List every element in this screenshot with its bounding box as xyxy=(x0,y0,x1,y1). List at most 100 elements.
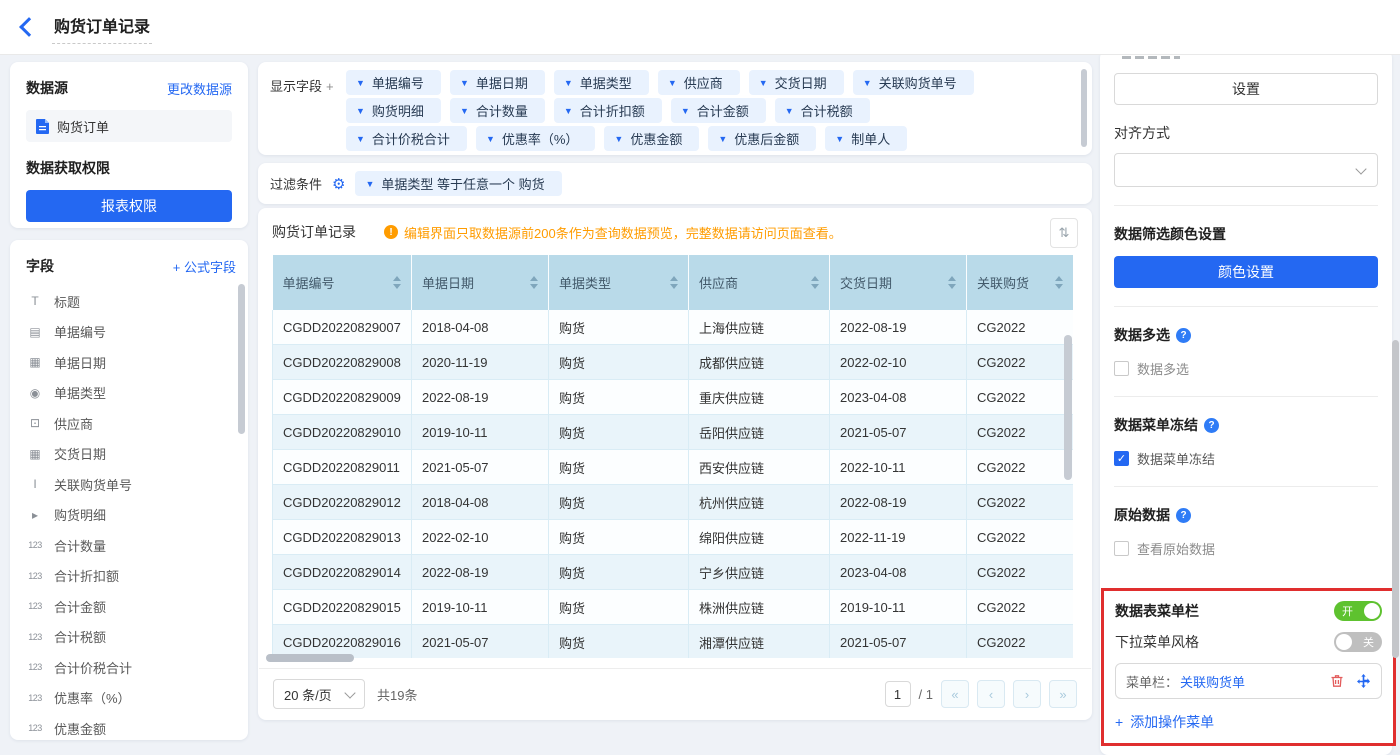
help-icon[interactable]: ? xyxy=(1176,328,1191,343)
field-item[interactable]: ▦ 单据日期 xyxy=(26,347,236,378)
table-row: CGDD20220829014 2022-08-19 购货 宁乡供应链 2023… xyxy=(273,555,1074,590)
help-icon[interactable]: ? xyxy=(1176,508,1191,523)
display-field-tag[interactable]: ▼合计折扣额 xyxy=(554,98,662,123)
field-item[interactable]: T 标题 xyxy=(26,286,236,317)
setup-button[interactable]: 设置 xyxy=(1114,73,1378,105)
display-field-tag[interactable]: ▼单据编号 xyxy=(346,70,441,95)
page-size-select[interactable]: 20 条/页 xyxy=(273,679,365,709)
change-datasource-link[interactable]: 更改数据源 xyxy=(167,79,232,98)
field-item[interactable]: 123 合计金额 xyxy=(26,591,236,622)
menubar-toggle-on[interactable]: 开 xyxy=(1334,601,1382,621)
display-field-tag[interactable]: ▼制单人 xyxy=(825,126,907,151)
move-icon[interactable] xyxy=(1356,674,1371,689)
display-field-tag[interactable]: ▼供应商 xyxy=(658,70,740,95)
display-field-tag[interactable]: ▼单据日期 xyxy=(450,70,545,95)
multi-select-checkbox[interactable] xyxy=(1114,361,1129,376)
add-display-field-icon[interactable]: + xyxy=(326,79,334,94)
table-horizontal-scrollbar[interactable] xyxy=(266,654,354,662)
cell-date: 2019-10-11 xyxy=(412,415,549,450)
menu-freeze-checkbox[interactable]: ✓ xyxy=(1114,451,1129,466)
display-field-tag[interactable]: ▼优惠率（%） xyxy=(476,126,595,151)
cell-linked-order: CG2022 xyxy=(967,450,1074,485)
display-field-tag[interactable]: ▼合计税额 xyxy=(775,98,870,123)
sort-order-button[interactable]: ⇅ xyxy=(1050,218,1078,248)
field-item[interactable]: 123 优惠率（%） xyxy=(26,683,236,714)
cell-order-no: CGDD20220829010 xyxy=(273,415,412,450)
dropdown-style-toggle-off[interactable]: 关 xyxy=(1334,632,1382,652)
caret-down-icon: ▼ xyxy=(681,106,690,116)
report-perm-button[interactable]: 报表权限 xyxy=(26,190,232,222)
field-item[interactable]: 123 合计价税合计 xyxy=(26,652,236,683)
number-field-icon: 123 xyxy=(26,571,44,581)
field-item[interactable]: 123 优惠金额 xyxy=(26,713,236,740)
display-field-tag[interactable]: ▼优惠后金额 xyxy=(708,126,816,151)
display-field-tag[interactable]: ▼单据类型 xyxy=(554,70,649,95)
cell-delivery-date: 2022-10-11 xyxy=(830,450,967,485)
caret-down-icon: ▼ xyxy=(365,179,374,189)
field-item[interactable]: ▸ 购货明细 xyxy=(26,500,236,531)
page-scrollbar[interactable] xyxy=(1392,340,1399,658)
display-field-tag[interactable]: ▼合计价税合计 xyxy=(346,126,467,151)
filter-condition-tag[interactable]: ▼单据类型 等于任意一个 购货 xyxy=(355,171,561,196)
column-header[interactable]: 关联购货 xyxy=(967,255,1074,310)
cell-delivery-date: 2022-08-19 xyxy=(830,485,967,520)
menubar-item-value[interactable]: 关联购货单 xyxy=(1180,672,1318,691)
field-item[interactable]: 123 合计数量 xyxy=(26,530,236,561)
tags-scrollbar[interactable] xyxy=(1081,69,1087,147)
cell-supplier: 绵阳供应链 xyxy=(689,520,830,555)
field-item[interactable]: ▦ 交货日期 xyxy=(26,439,236,470)
next-page-button[interactable]: › xyxy=(1013,680,1041,708)
gear-icon[interactable]: ⚙ xyxy=(332,175,345,193)
color-settings-button[interactable]: 颜色设置 xyxy=(1114,256,1378,288)
datasource-item[interactable]: 购货订单 xyxy=(26,110,232,142)
caret-down-icon: ▼ xyxy=(785,106,794,116)
display-field-tag[interactable]: ▼关联购货单号 xyxy=(853,70,974,95)
display-field-tag[interactable]: ▼合计金额 xyxy=(671,98,766,123)
column-header[interactable]: 供应商 xyxy=(689,255,830,310)
field-item[interactable]: 123 合计折扣额 xyxy=(26,561,236,592)
sort-carets-icon[interactable] xyxy=(1055,276,1063,289)
first-page-button[interactable]: « xyxy=(941,680,969,708)
cell-linked-order: CG2022 xyxy=(967,555,1074,590)
field-item[interactable]: ▤ 单据编号 xyxy=(26,317,236,348)
sort-carets-icon[interactable] xyxy=(811,276,819,289)
last-page-button[interactable]: » xyxy=(1049,680,1077,708)
display-fields-panel: 显示字段+ ▼单据编号 ▼单据日期 ▼单据类型 ▼供应商 ▼交货日期 ▼关联购货… xyxy=(258,62,1092,155)
display-field-tag[interactable]: ▼购货明细 xyxy=(346,98,441,123)
sort-carets-icon[interactable] xyxy=(393,276,401,289)
cell-order-no: CGDD20220829009 xyxy=(273,380,412,415)
add-action-menu-link[interactable]: + 添加操作菜单 xyxy=(1115,712,1382,732)
column-header[interactable]: 单据编号 xyxy=(273,255,412,310)
display-field-tag[interactable]: ▼合计数量 xyxy=(450,98,545,123)
page-number-input[interactable] xyxy=(885,681,911,707)
fields-scrollbar[interactable] xyxy=(238,284,245,434)
table-row: CGDD20220829007 2018-04-08 购货 上海供应链 2022… xyxy=(273,310,1074,345)
add-formula-field-link[interactable]: + 公式字段 xyxy=(173,257,236,276)
back-icon[interactable] xyxy=(19,17,39,37)
prev-page-button[interactable]: ‹ xyxy=(977,680,1005,708)
cell-linked-order: CG2022 xyxy=(967,590,1074,625)
column-header[interactable]: 交货日期 xyxy=(830,255,967,310)
field-item[interactable]: ⊡ 供应商 xyxy=(26,408,236,439)
cell-delivery-date: 2022-11-19 xyxy=(830,520,967,555)
help-icon[interactable]: ? xyxy=(1204,418,1219,433)
raw-data-checkbox[interactable] xyxy=(1114,541,1129,556)
column-header[interactable]: 单据类型 xyxy=(549,255,689,310)
table-vertical-scrollbar[interactable] xyxy=(1064,335,1072,480)
align-select[interactable] xyxy=(1114,153,1378,187)
cell-supplier: 重庆供应链 xyxy=(689,380,830,415)
number-field-icon: 123 xyxy=(26,601,44,611)
field-item[interactable]: ◉ 单据类型 xyxy=(26,378,236,409)
filter-panel: 过滤条件 ⚙ ▼单据类型 等于任意一个 购货 xyxy=(258,163,1092,204)
sort-carets-icon[interactable] xyxy=(530,276,538,289)
field-item[interactable]: I 关联购货单号 xyxy=(26,469,236,500)
cell-linked-order: CG2022 xyxy=(967,520,1074,555)
sort-carets-icon[interactable] xyxy=(948,276,956,289)
display-field-tag[interactable]: ▼优惠金额 xyxy=(604,126,699,151)
caret-down-icon: ▼ xyxy=(614,134,623,144)
display-field-tag[interactable]: ▼交货日期 xyxy=(749,70,844,95)
field-item[interactable]: 123 合计税额 xyxy=(26,622,236,653)
sort-carets-icon[interactable] xyxy=(670,276,678,289)
trash-icon[interactable] xyxy=(1330,674,1344,688)
column-header[interactable]: 单据日期 xyxy=(412,255,549,310)
